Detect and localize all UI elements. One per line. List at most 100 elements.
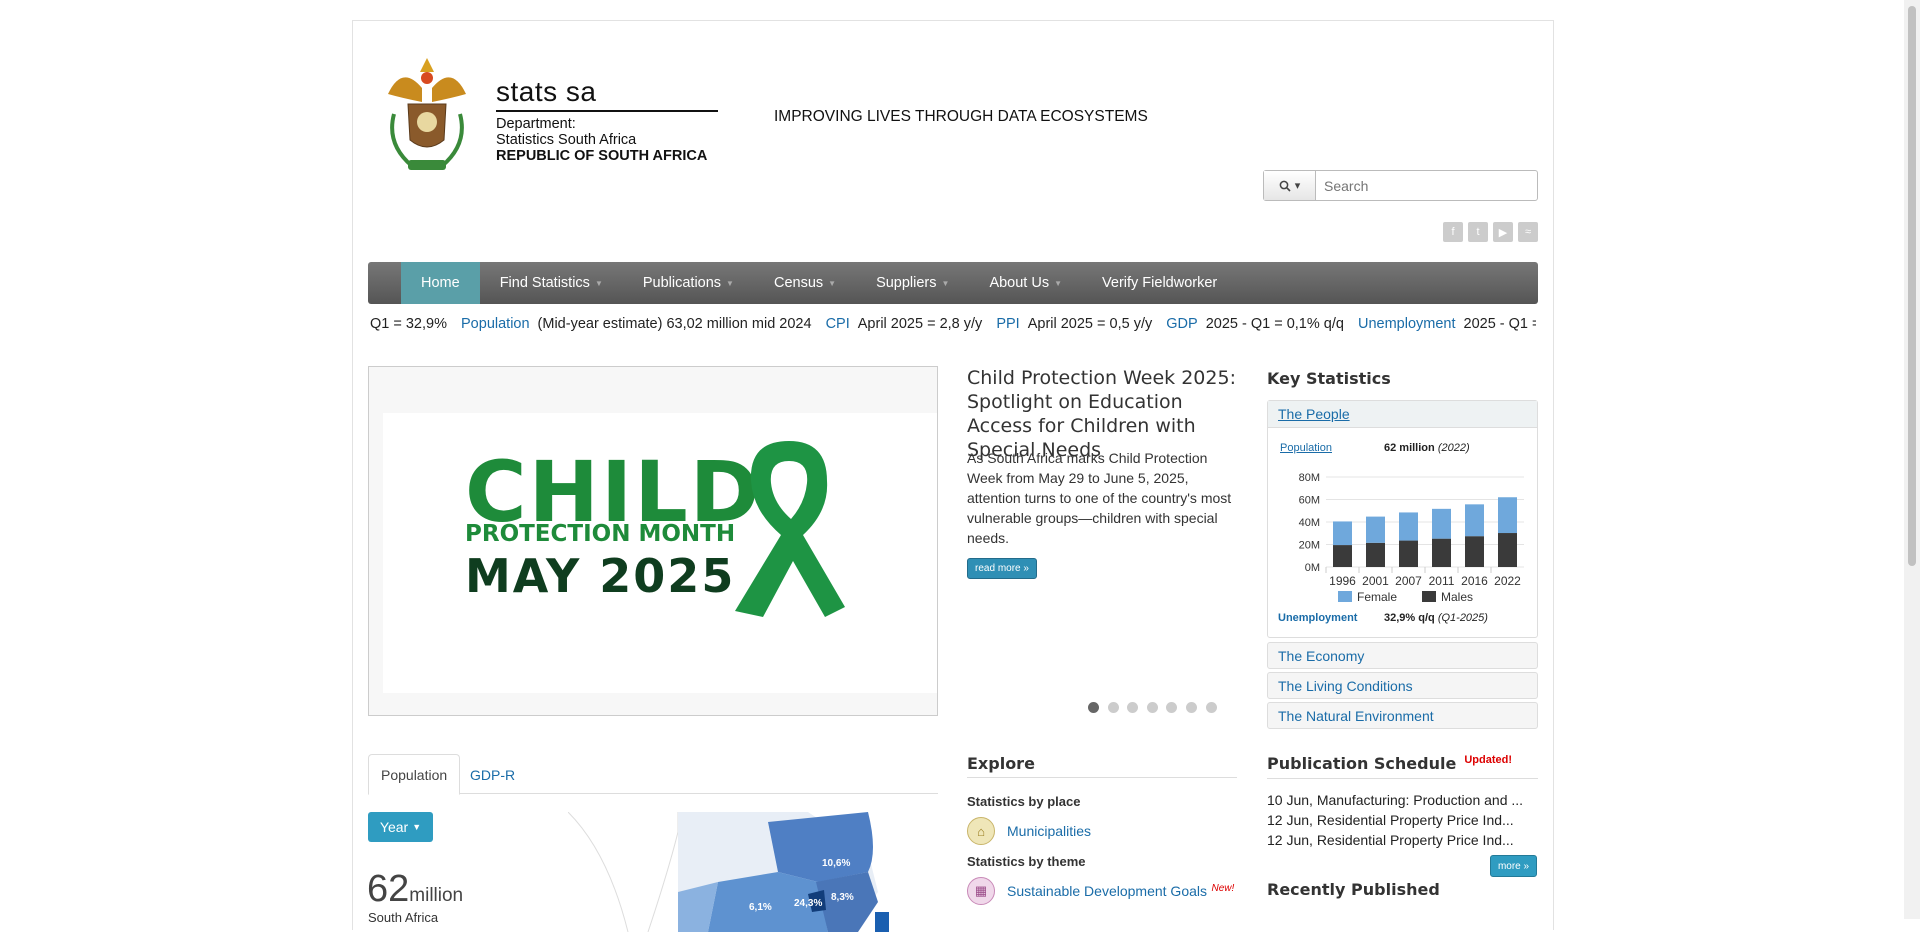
rss-icon[interactable]: ≈: [1518, 222, 1538, 242]
population-value: 62 million (2022): [1384, 442, 1470, 454]
population-total-unit: million: [409, 885, 464, 906]
by-theme-heading: Statistics by theme: [967, 854, 1086, 869]
slider-dot[interactable]: [1147, 702, 1158, 713]
ticker-lead: Q1 = 32,9%: [370, 316, 447, 332]
caret-down-icon: ▼: [594, 278, 603, 288]
explore-heading: Explore: [967, 754, 1237, 778]
brand-divider: [496, 110, 718, 112]
nav-verify-fieldworker[interactable]: Verify Fieldworker: [1082, 262, 1237, 304]
slider-dot[interactable]: [1166, 702, 1177, 713]
nav-census[interactable]: Census ▼: [754, 262, 856, 304]
slider-dot[interactable]: [1108, 702, 1119, 713]
chart-bar-female: [1366, 516, 1385, 543]
search-box: ▾: [1263, 170, 1538, 201]
slide-image[interactable]: CHILD PROTECTION MONTH MAY 2025: [383, 413, 937, 693]
search-input[interactable]: [1316, 171, 1537, 200]
chart-bar-males: [1399, 540, 1418, 567]
chart-bar-female: [1333, 521, 1352, 546]
slider-dot[interactable]: [1206, 702, 1217, 713]
schedule-title: Publication Schedule: [1267, 754, 1457, 773]
nav-label: Find Statistics: [499, 275, 590, 291]
population-number: 62 million: [1384, 442, 1435, 454]
chart-y-tick: 80M: [1299, 472, 1320, 484]
publication-schedule-heading: Publication Schedule Updated!: [1267, 754, 1538, 779]
chart-bar-males: [1333, 545, 1352, 567]
schedule-item[interactable]: 12 Jun, Residential Property Price Ind..…: [1267, 832, 1514, 848]
municipalities-link[interactable]: Municipalities: [1007, 823, 1091, 839]
chart-x-tick: 2001: [1362, 574, 1389, 588]
caret-down-icon: ▼: [726, 278, 734, 288]
chart-bar-males: [1366, 542, 1385, 567]
chart-y-tick: 60M: [1299, 495, 1320, 507]
ticker-link-cpi[interactable]: CPI: [826, 316, 850, 332]
read-more-button[interactable]: read more »: [967, 558, 1037, 579]
main-nav: Home Find Statistics ▼ Publications ▼ Cens…: [368, 262, 1538, 304]
schedule-item[interactable]: 12 Jun, Residential Property Price Ind..…: [1267, 812, 1514, 828]
accordion-people[interactable]: The People: [1268, 401, 1537, 428]
tab-gdp-r[interactable]: GDP-R: [458, 754, 527, 795]
ticker-link-population[interactable]: Population: [461, 316, 530, 332]
accordion-living-conditions[interactable]: The Living Conditions: [1267, 672, 1538, 699]
feature-slider[interactable]: CHILD PROTECTION MONTH MAY 2025: [368, 366, 938, 716]
ticker-value: April 2025 = 2,8 y/y: [857, 316, 983, 332]
unemployment-value: 32,9% q/q (Q1-2025): [1384, 612, 1488, 624]
search-dropdown-button[interactable]: ▾: [1264, 171, 1316, 200]
nav-label: Census: [773, 275, 824, 291]
population-link[interactable]: Population: [1280, 442, 1332, 454]
nav-label: Verify Fieldworker: [1102, 275, 1218, 291]
ticker-value: 2025 - Q1 = 0,1% q/q: [1205, 316, 1344, 332]
chart-y-tick: 40M: [1299, 517, 1320, 529]
slider-dot[interactable]: [1127, 702, 1138, 713]
chart-bar-males: [1432, 538, 1451, 567]
chart-x-tick: 2016: [1461, 574, 1488, 588]
more-button[interactable]: more »: [1490, 855, 1537, 877]
caret-down-icon: ▼: [1054, 278, 1063, 288]
sdg-link[interactable]: Sustainable Development Goals: [1007, 883, 1207, 899]
unemployment-link[interactable]: Unemployment: [1278, 612, 1357, 624]
facebook-icon[interactable]: f: [1443, 222, 1463, 242]
chart-x-tick: 2007: [1395, 574, 1422, 588]
site-logo[interactable]: stats sa Department: Statistics South Af…: [368, 40, 738, 198]
sdg-row: Sustainable Development Goals New!: [1007, 883, 1234, 901]
nav-home[interactable]: Home: [401, 262, 480, 304]
map-tabs: Population GDP-R: [368, 754, 938, 795]
chart-bar-males: [1498, 533, 1517, 567]
accordion-economy[interactable]: The Economy: [1267, 642, 1538, 669]
municipality-icon: ⌂: [967, 817, 995, 845]
chart-legend-label: Female: [1357, 590, 1397, 603]
ticker-link-ppi[interactable]: PPI: [996, 316, 1019, 332]
nav-about-us[interactable]: About Us ▼: [969, 262, 1082, 304]
ticker-value: April 2025 = 0,5 y/y: [1027, 316, 1153, 332]
province-map[interactable]: 10,6% 24,3% 8,3% 6,1%: [568, 812, 938, 932]
search-icon: [1279, 180, 1291, 192]
sdg-icon: ▦: [967, 877, 995, 905]
story-body: As South Africa marks Child Protection W…: [967, 450, 1232, 546]
nav-suppliers[interactable]: Suppliers ▼: [856, 262, 969, 304]
nav-publications[interactable]: Publications ▼: [623, 262, 754, 304]
chart-bar-female: [1465, 504, 1484, 537]
ticker-link-unemployment[interactable]: Unemployment: [1358, 316, 1456, 332]
ticker-value: (Mid-year estimate) 63,02 million mid 20…: [537, 316, 812, 332]
slider-dot[interactable]: [1088, 702, 1099, 713]
ticker-link-gdp[interactable]: GDP: [1166, 316, 1197, 332]
accordion-natural-environment[interactable]: The Natural Environment: [1267, 702, 1538, 729]
tab-population[interactable]: Population: [368, 754, 461, 795]
population-chart: 0M 20M 40M 60M 80M 1996 2001 2007 2011 2016 2022 Fe…: [1299, 472, 1524, 603]
map-label: 6,1%: [749, 902, 772, 913]
slide-image-date: MAY 2025: [465, 549, 736, 603]
twitter-icon[interactable]: t: [1468, 222, 1488, 242]
slider-dot[interactable]: [1186, 702, 1197, 713]
scrollbar-thumb[interactable]: [1908, 6, 1916, 566]
province-limpopo[interactable]: [768, 812, 873, 882]
department-text: Department: Statistics South Africa REPU…: [496, 116, 707, 164]
unemployment-number: 32,9% q/q: [1384, 612, 1435, 624]
year-dropdown-button[interactable]: Year ▼: [368, 812, 433, 842]
schedule-item[interactable]: 10 Jun, Manufacturing: Production and ..…: [1267, 792, 1523, 808]
caret-down-icon: ▼: [941, 278, 950, 288]
population-total-number: 62: [367, 868, 410, 910]
by-place-heading: Statistics by place: [967, 794, 1081, 809]
youtube-icon[interactable]: ▶: [1493, 222, 1513, 242]
chart-legend-swatch: [1422, 591, 1436, 602]
coat-of-arms-icon: [388, 58, 466, 170]
nav-find-statistics[interactable]: Find Statistics ▼: [480, 262, 623, 304]
